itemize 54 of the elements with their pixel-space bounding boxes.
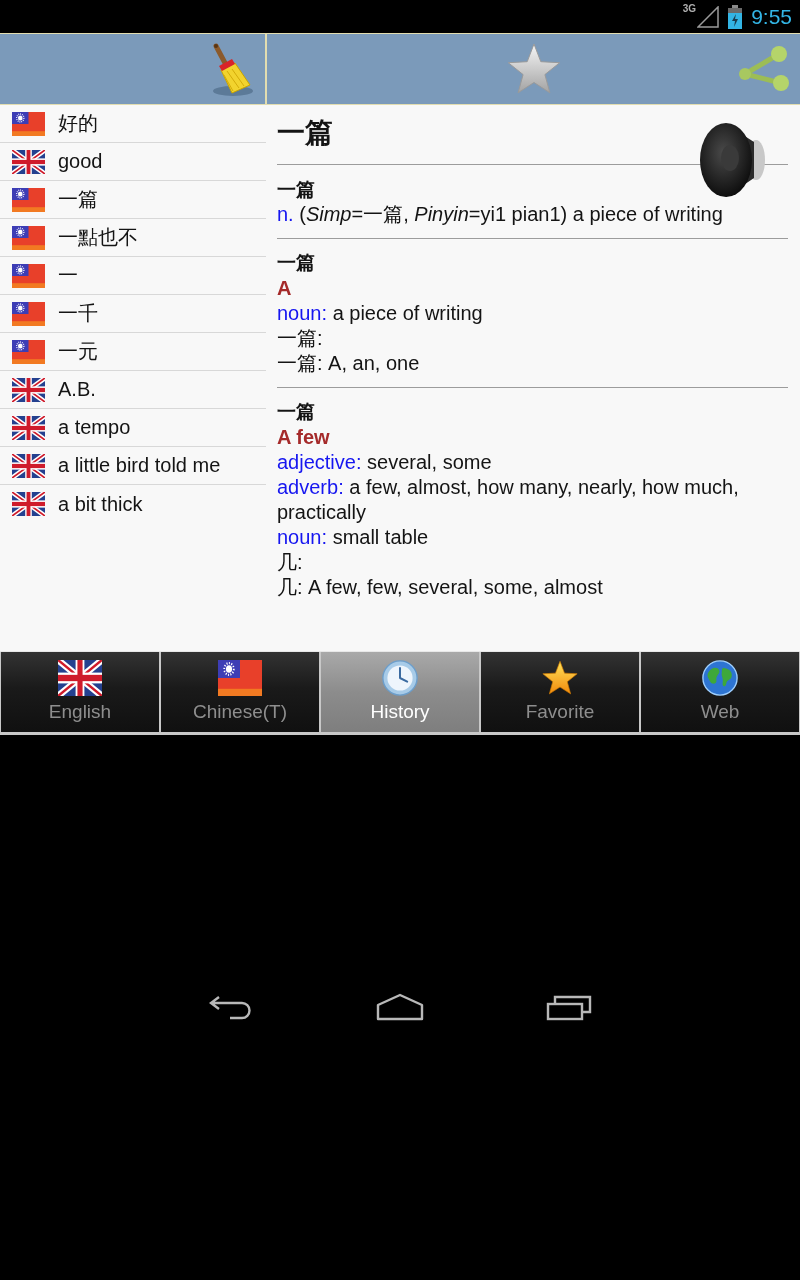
entry-heading: 一篇	[277, 400, 316, 424]
tab[interactable]: Chinese(T)	[161, 651, 319, 732]
history-item[interactable]: good	[0, 143, 266, 181]
history-item[interactable]: A.B.	[0, 371, 266, 409]
sense-title: A few	[277, 425, 331, 450]
recents-icon[interactable]	[546, 993, 592, 1022]
headword: 一篇	[277, 116, 334, 150]
history-item[interactable]: 一篇	[0, 181, 266, 219]
taiwan-flag-icon	[12, 187, 45, 212]
definition-text: 几:	[277, 550, 304, 575]
network-type: 3G	[682, 4, 697, 14]
definition-text: adjective: several, some	[277, 450, 493, 475]
definition-text: 一篇:	[277, 326, 324, 351]
globe-icon	[701, 659, 739, 696]
uk-flag-icon	[12, 492, 45, 516]
uk-flag-icon	[12, 453, 45, 478]
history-item[interactable]: 一點也不	[0, 219, 266, 257]
sense-title: A	[277, 276, 293, 301]
taiwan-flag-icon	[218, 659, 262, 696]
history-item[interactable]: 好的	[0, 105, 266, 143]
star-icon	[540, 659, 580, 696]
status-time: 9:55	[751, 4, 792, 29]
definition-text: noun: a piece of writing	[277, 301, 484, 326]
uk-flag-icon	[12, 149, 45, 174]
definition-text: 一篇: A, an, one	[277, 351, 421, 376]
uk-flag-icon	[12, 377, 45, 402]
taiwan-flag-icon	[12, 339, 45, 364]
entry-heading: 一篇	[277, 251, 316, 275]
entry-heading: 一篇	[277, 178, 316, 202]
uk-flag-icon	[12, 415, 45, 440]
history-item[interactable]: a bit thick	[0, 485, 266, 523]
definition-text: n. (Simp=一篇, Pinyin=yi1 pian1) a piece of writing	[277, 202, 724, 227]
uk-flag-icon	[58, 659, 102, 696]
history-item[interactable]: 一	[0, 257, 266, 295]
tab[interactable]: History	[321, 651, 479, 732]
history-item[interactable]: a little bird told me	[0, 447, 266, 485]
tab[interactable]: Web	[641, 651, 799, 732]
history-item[interactable]: 一元	[0, 333, 266, 371]
definition-text: 几: A few, few, several, some, almost	[277, 575, 604, 600]
back-icon[interactable]	[208, 994, 254, 1021]
battery-icon	[728, 4, 743, 29]
clock-icon	[381, 659, 419, 696]
tab[interactable]: English	[1, 651, 159, 732]
home-icon[interactable]	[376, 993, 424, 1022]
taiwan-flag-icon	[12, 263, 45, 288]
taiwan-flag-icon	[12, 301, 45, 326]
star-icon[interactable]	[505, 42, 562, 96]
history-item[interactable]: 一千	[0, 295, 266, 333]
definition-text: noun: small table	[277, 525, 430, 550]
taiwan-flag-icon	[12, 111, 45, 136]
signal-icon	[697, 5, 720, 28]
taiwan-flag-icon	[12, 225, 45, 250]
history-item[interactable]: a tempo	[0, 409, 266, 447]
tab[interactable]: Favorite	[481, 651, 639, 732]
